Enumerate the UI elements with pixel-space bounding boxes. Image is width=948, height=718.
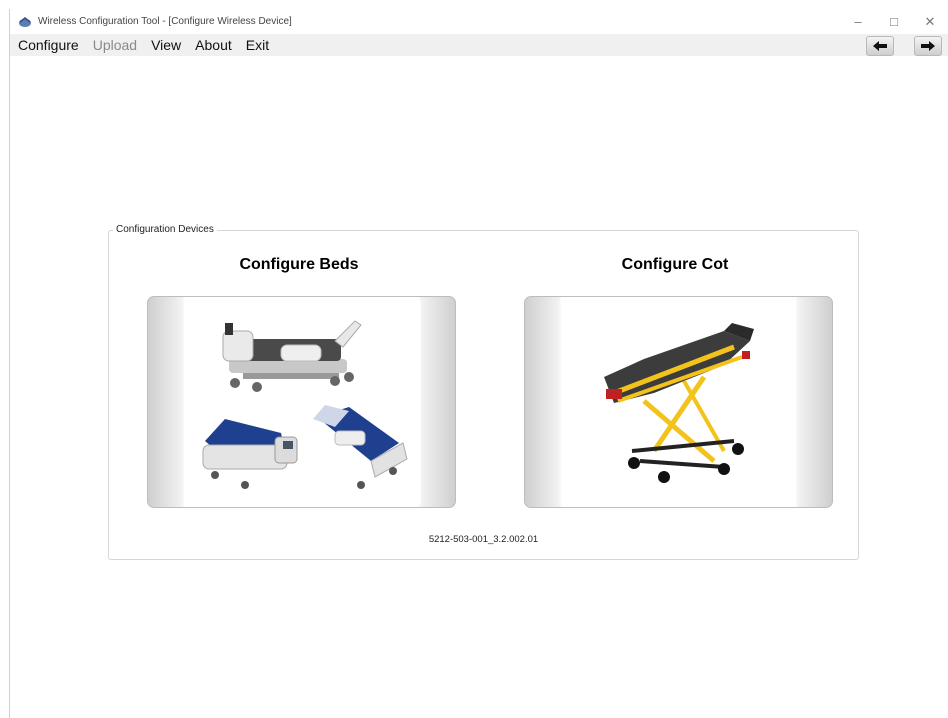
menu-bar: Configure Upload View About Exit xyxy=(10,34,948,56)
menu-exit[interactable]: Exit xyxy=(239,37,276,53)
group-legend: Configuration Devices xyxy=(113,224,217,235)
menu-about[interactable]: About xyxy=(188,37,239,53)
window-title: Wireless Configuration Tool - [Configure… xyxy=(38,16,292,27)
menu-view[interactable]: View xyxy=(144,37,188,53)
ambulance-cot-image xyxy=(574,301,784,505)
title-bar[interactable]: Wireless Configuration Tool - [Configure… xyxy=(10,9,948,34)
menu-configure[interactable]: Configure xyxy=(10,37,86,53)
arrow-left-icon xyxy=(873,41,887,51)
maximize-button[interactable]: □ xyxy=(876,9,912,34)
back-button[interactable] xyxy=(866,36,894,56)
configure-cot-title: Configure Cot xyxy=(621,256,729,273)
forward-button[interactable] xyxy=(914,36,942,56)
configure-beds-button[interactable] xyxy=(147,296,456,508)
hospital-beds-image xyxy=(185,301,421,505)
window-controls: – □ ✕ xyxy=(840,9,948,34)
menu-upload[interactable]: Upload xyxy=(86,37,144,53)
minimize-button[interactable]: – xyxy=(840,9,876,34)
arrow-right-icon xyxy=(921,41,935,51)
window-border xyxy=(9,9,10,718)
app-icon xyxy=(18,15,32,29)
version-label: 5212-503-001_3.2.002.01 xyxy=(428,534,539,545)
close-button[interactable]: ✕ xyxy=(912,9,948,34)
configuration-devices-group: Configuration Devices Configure Beds Con… xyxy=(108,224,859,560)
configure-beds-title: Configure Beds xyxy=(239,256,359,273)
configure-cot-button[interactable] xyxy=(524,296,833,508)
